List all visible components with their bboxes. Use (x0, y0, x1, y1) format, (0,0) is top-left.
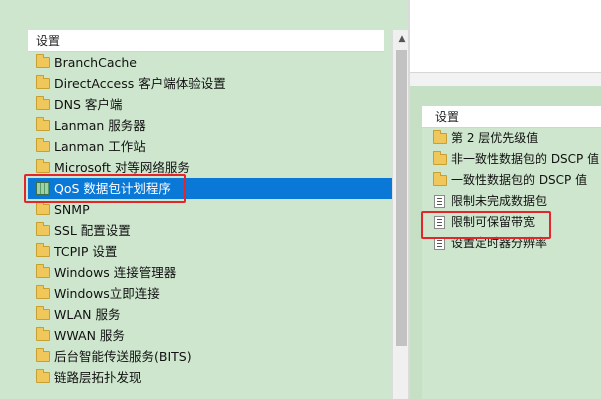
scrollbar-thumb[interactable] (396, 50, 407, 346)
top-right-area (410, 0, 601, 72)
folder-icon (36, 306, 50, 320)
setting-limit-reservable-bandwidth[interactable]: 限制可保留带宽 (422, 212, 601, 233)
folder-icon (36, 54, 50, 68)
folder-icon (36, 285, 50, 299)
left-tree-view: 设置 BranchCache DirectAccess 客户端体验设置 DNS … (28, 30, 410, 399)
setting-label: 限制未完成数据包 (451, 194, 548, 208)
list-item-label: TCPIP 设置 (54, 244, 118, 259)
list-item-ssl-config[interactable]: SSL 配置设置 (28, 220, 392, 241)
folder-icon (36, 243, 50, 257)
left-column-header[interactable]: 设置 (28, 30, 384, 52)
left-panel: 设置 BranchCache DirectAccess 客户端体验设置 DNS … (0, 0, 410, 399)
folder-icon (36, 369, 50, 383)
list-item-tcpip[interactable]: TCPIP 设置 (28, 241, 392, 262)
list-item-label: Windows 连接管理器 (54, 265, 177, 280)
qos-scheduler-icon (36, 182, 50, 195)
setting-layer2-priority[interactable]: 第 2 层优先级值 (422, 128, 601, 149)
left-panel-top-strip (0, 0, 410, 28)
list-item-wlan[interactable]: WLAN 服务 (28, 304, 392, 325)
folder-icon (36, 348, 50, 362)
list-item-label: 链路层拓扑发现 (54, 370, 142, 385)
setting-label: 第 2 层优先级值 (451, 131, 539, 145)
folder-icon (36, 138, 50, 152)
setting-timer-resolution[interactable]: 设置定时器分辨率 (422, 233, 601, 254)
setting-dscp-nonconforming[interactable]: 非一致性数据包的 DSCP 值 (422, 149, 601, 170)
folder-icon (36, 264, 50, 278)
list-item-microsoft-p2p[interactable]: Microsoft 对等网络服务 (28, 157, 392, 178)
setting-label: 设置定时器分辨率 (451, 236, 548, 250)
setting-label: 一致性数据包的 DSCP 值 (451, 173, 588, 187)
list-item-dns-client[interactable]: DNS 客户端 (28, 94, 392, 115)
list-item-snmp[interactable]: SNMP (28, 199, 392, 220)
setting-label: 非一致性数据包的 DSCP 值 (451, 152, 600, 166)
list-item-lanman-workstation[interactable]: Lanman 工作站 (28, 136, 392, 157)
right-settings-list: 设置 第 2 层优先级值 非一致性数据包的 DSCP 值 一致性数据包的 DSC… (422, 106, 601, 399)
list-item-wwan[interactable]: WWAN 服务 (28, 325, 392, 346)
list-item-label: Windows立即连接 (54, 286, 160, 301)
list-item-label: SNMP (54, 202, 90, 217)
folder-icon (433, 151, 447, 165)
list-item-label: WWAN 服务 (54, 328, 125, 343)
list-item-label: SSL 配置设置 (54, 223, 131, 238)
list-item-windows-connect-now[interactable]: Windows立即连接 (28, 283, 392, 304)
folder-icon (36, 96, 50, 110)
folder-icon (36, 159, 50, 173)
folder-icon (36, 222, 50, 236)
folder-icon (36, 117, 50, 131)
list-item-lltd[interactable]: 链路层拓扑发现 (28, 367, 392, 388)
list-item-qos-packet-scheduler[interactable]: QoS 数据包计划程序 (28, 178, 392, 199)
list-item-label: DNS 客户端 (54, 97, 123, 112)
list-item-label: Lanman 工作站 (54, 139, 146, 154)
list-item-label: DirectAccess 客户端体验设置 (54, 76, 226, 91)
list-item-branchcache[interactable]: BranchCache (28, 52, 392, 73)
top-right-separator (410, 72, 601, 86)
left-item-list: BranchCache DirectAccess 客户端体验设置 DNS 客户端… (28, 52, 392, 399)
folder-icon (36, 75, 50, 89)
policy-icon (434, 237, 445, 250)
list-item-directaccess[interactable]: DirectAccess 客户端体验设置 (28, 73, 392, 94)
list-item-label: QoS 数据包计划程序 (54, 181, 171, 196)
list-item-windows-connection-manager[interactable]: Windows 连接管理器 (28, 262, 392, 283)
folder-icon (36, 201, 50, 215)
folder-icon (36, 327, 50, 341)
folder-icon (433, 130, 447, 144)
list-item-label: WLAN 服务 (54, 307, 121, 322)
list-item-label: BranchCache (54, 55, 137, 70)
list-item-label: 后台智能传送服务(BITS) (54, 349, 192, 364)
list-item-lanman-server[interactable]: Lanman 服务器 (28, 115, 392, 136)
list-item-bits[interactable]: 后台智能传送服务(BITS) (28, 346, 392, 367)
setting-dscp-conforming[interactable]: 一致性数据包的 DSCP 值 (422, 170, 601, 191)
list-item-label: Lanman 服务器 (54, 118, 146, 133)
policy-icon (434, 216, 445, 229)
setting-label: 限制可保留带宽 (451, 215, 536, 229)
policy-icon (434, 195, 445, 208)
folder-icon (433, 172, 447, 186)
list-item-label: Microsoft 对等网络服务 (54, 160, 190, 175)
setting-limit-outstanding-packets[interactable]: 限制未完成数据包 (422, 191, 601, 212)
right-column-header[interactable]: 设置 (422, 106, 601, 128)
right-panel: 设置 第 2 层优先级值 非一致性数据包的 DSCP 值 一致性数据包的 DSC… (410, 86, 601, 399)
